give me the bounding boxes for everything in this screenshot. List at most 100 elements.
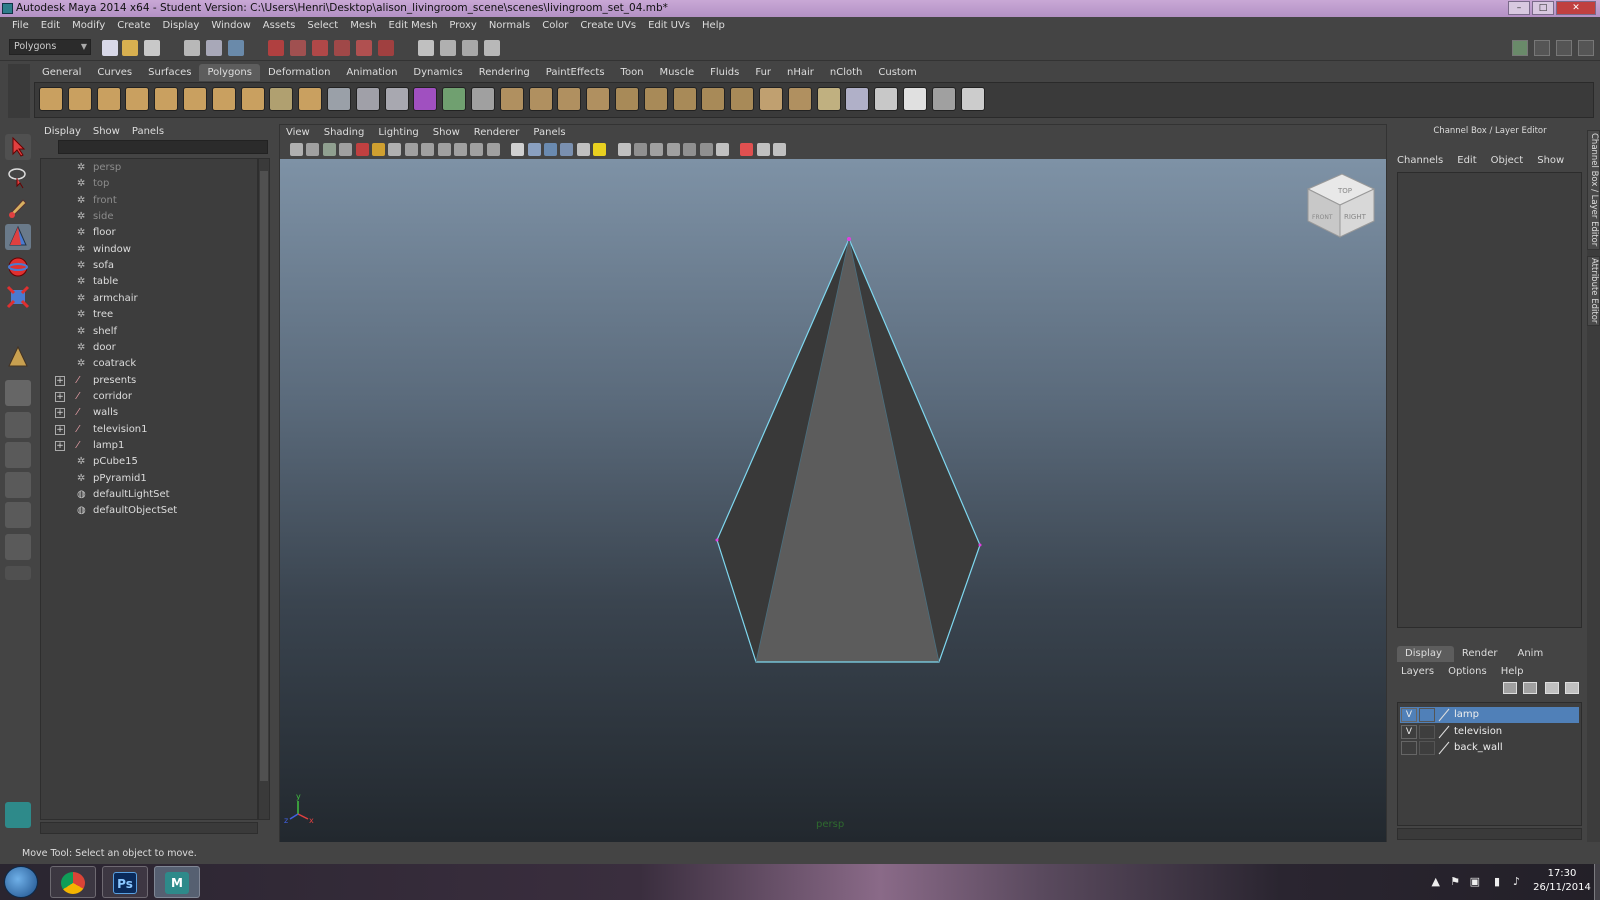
side-tab-attribute-editor[interactable]: Attribute Editor (1587, 256, 1600, 326)
outliner-item-armchair[interactable]: ✲ armchair (41, 291, 257, 307)
show-channel-box-icon[interactable] (1556, 40, 1572, 56)
layout-outliner-icon[interactable] (5, 442, 31, 468)
layer-menu-layers[interactable]: Layers (1401, 664, 1448, 680)
menu-edit-uvs[interactable]: Edit UVs (642, 17, 696, 35)
append-icon[interactable] (557, 87, 582, 111)
expand-plus-icon[interactable]: + (55, 375, 65, 386)
taskbar-clock[interactable]: 17:30 26/11/2014 (1532, 867, 1592, 895)
layout-four-icon[interactable] (5, 412, 31, 438)
menu-display[interactable]: Display (156, 17, 205, 35)
outliner-item-walls[interactable]: + ⁄ walls (41, 405, 257, 421)
ambient-occlusion-icon[interactable] (666, 143, 680, 156)
soccer-ball-icon[interactable] (298, 87, 323, 111)
shelf-tab-animation[interactable]: Animation (338, 64, 405, 81)
layer-display-type-toggle[interactable] (1419, 741, 1435, 755)
smooth-shade-all-icon[interactable] (527, 143, 541, 156)
select-hierarchy-icon[interactable] (184, 40, 200, 56)
taskbar-maya[interactable]: M (154, 866, 200, 898)
snap-point-icon[interactable] (312, 40, 328, 56)
open-scene-icon[interactable] (122, 40, 138, 56)
flat-shade-icon[interactable] (560, 143, 574, 156)
sphere-icon[interactable] (39, 87, 63, 111)
helix-icon[interactable] (269, 87, 294, 111)
shelf-tab-painteffects[interactable]: PaintEffects (538, 64, 613, 81)
new-layer-selected-icon[interactable] (1545, 682, 1559, 694)
pyramid-icon[interactable] (211, 87, 236, 111)
viewport-menu-lighting[interactable]: Lighting (378, 125, 432, 141)
bridge-icon[interactable] (528, 87, 553, 111)
merge-icon[interactable] (701, 87, 726, 111)
outliner-item-tree[interactable]: ✲ tree (41, 307, 257, 323)
menu-create[interactable]: Create (111, 17, 156, 35)
last-tool-icon[interactable] (5, 344, 31, 370)
layer-display-type-toggle[interactable] (1419, 708, 1435, 722)
outliner-item-presents[interactable]: + ⁄ presents (41, 373, 257, 389)
show-desktop-button[interactable] (1594, 864, 1600, 900)
isolate-select-icon[interactable] (740, 143, 754, 156)
shelf-tab-polygons[interactable]: Polygons (199, 64, 260, 81)
viewport-menu-show[interactable]: Show (433, 125, 474, 141)
menu-select[interactable]: Select (301, 17, 344, 35)
channel-box-tab-show[interactable]: Show (1537, 154, 1578, 168)
outliner-filter-input[interactable] (58, 140, 268, 154)
paint-select-tool-icon[interactable] (5, 194, 31, 220)
outliner-item-defaultlightset[interactable]: ◍ defaultLightSet (41, 487, 257, 503)
shelf-menu-handle[interactable] (8, 64, 30, 118)
layer-display-type-toggle[interactable] (1419, 724, 1435, 739)
make-live-icon[interactable] (356, 40, 372, 56)
checker-icon[interactable] (931, 87, 956, 111)
shelf-tab-custom[interactable]: Custom (870, 64, 924, 81)
volume-icon[interactable]: ♪ (1513, 875, 1520, 888)
scrollbar-thumb[interactable] (260, 171, 268, 781)
offset-edge-loop-icon[interactable] (643, 87, 668, 111)
bookmarks-icon[interactable] (322, 143, 336, 156)
layer-color-swatch-icon[interactable] (1438, 725, 1450, 739)
outliner-item-defaultobjectset[interactable]: ◍ defaultObjectSet (41, 503, 257, 519)
automatic-mapping-icon[interactable] (874, 87, 899, 111)
separate-icon[interactable] (355, 87, 380, 111)
extrude-icon[interactable] (499, 87, 524, 111)
shelf-tab-rendering[interactable]: Rendering (471, 64, 538, 81)
snap-plane-icon[interactable] (334, 40, 350, 56)
layer-list-horizontal-scrollbar[interactable] (1397, 828, 1582, 840)
add-to-layer-icon[interactable] (1565, 682, 1579, 694)
outliner-horizontal-scrollbar[interactable] (40, 822, 258, 834)
torus-icon[interactable] (183, 87, 207, 111)
field-chart-icon[interactable] (454, 143, 467, 156)
show-attribute-editor-icon[interactable] (1512, 40, 1528, 56)
move-tool-icon[interactable] (5, 224, 31, 250)
layer-color-swatch-icon[interactable] (1438, 741, 1450, 755)
snap-curve-icon[interactable] (290, 40, 306, 56)
tray-app-icon[interactable]: ▣ (1470, 875, 1480, 888)
outliner-item-window[interactable]: ✲ window (41, 242, 257, 258)
grid-icon[interactable] (388, 143, 402, 156)
depth-of-field-icon[interactable] (699, 143, 713, 156)
layer-tab-anim[interactable]: Anim (1509, 646, 1555, 662)
layout-single-icon[interactable] (5, 380, 31, 406)
outliner-menu-display[interactable]: Display (44, 124, 89, 140)
smooth-icon[interactable] (413, 87, 438, 111)
resolution-gate-icon[interactable] (421, 143, 435, 156)
insert-edge-loop-icon[interactable] (615, 87, 639, 111)
outliner-item-sofa[interactable]: ✲ sofa (41, 258, 257, 274)
menu-modify[interactable]: Modify (66, 17, 111, 35)
shelf-tab-general[interactable]: General (34, 64, 89, 81)
image-plane-icon[interactable] (339, 143, 353, 156)
new-layer-icon[interactable] (1523, 682, 1537, 694)
channel-box-tab-object[interactable]: Object (1491, 154, 1538, 168)
anti-aliasing-icon[interactable] (683, 143, 697, 156)
layout-persp-graph-icon[interactable] (5, 472, 31, 498)
cylinder-icon[interactable] (96, 87, 121, 111)
menu-window[interactable]: Window (205, 17, 256, 35)
shelf-tab-surfaces[interactable]: Surfaces (140, 64, 199, 81)
menu-edit-mesh[interactable]: Edit Mesh (383, 17, 444, 35)
network-icon[interactable]: ▮ (1494, 875, 1500, 888)
menu-proxy[interactable]: Proxy (443, 17, 482, 35)
menu-normals[interactable]: Normals (483, 17, 536, 35)
pyramid-mesh[interactable] (715, 237, 982, 663)
outliner-item-side[interactable]: ✲ side (41, 209, 257, 225)
viewport-menu-renderer[interactable]: Renderer (474, 125, 534, 141)
outliner-item-coatrack[interactable]: ✲ coatrack (41, 356, 257, 372)
bounding-box-icon[interactable] (576, 143, 590, 156)
view-cube[interactable]: TOP FRONT RIGHT (1306, 173, 1376, 238)
